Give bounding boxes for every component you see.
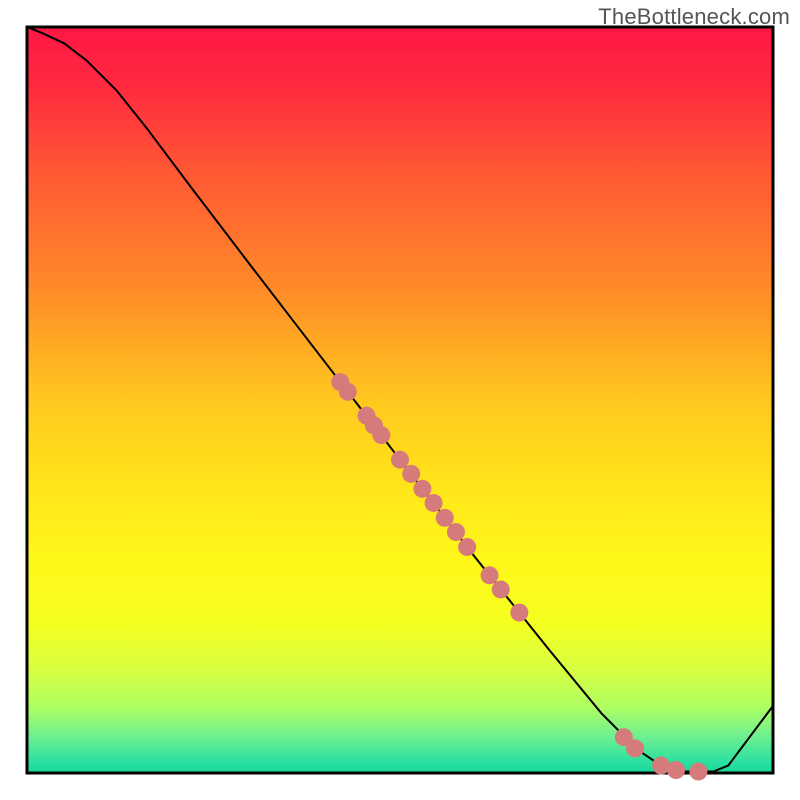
data-point [447,523,465,541]
data-point [510,604,528,622]
data-point [481,566,499,584]
data-point [372,426,390,444]
watermark-label: TheBottleneck.com [598,4,790,30]
data-point [492,580,510,598]
data-point [425,494,443,512]
data-point [689,763,707,781]
data-point [458,538,476,556]
data-point [413,480,431,498]
chart-container: TheBottleneck.com [0,0,800,800]
data-point [339,383,357,401]
plot-background [27,27,773,773]
data-point [402,465,420,483]
bottleneck-chart [0,0,800,800]
data-point [391,451,409,469]
data-point [626,739,644,757]
data-point [436,509,454,527]
data-point [667,761,685,779]
